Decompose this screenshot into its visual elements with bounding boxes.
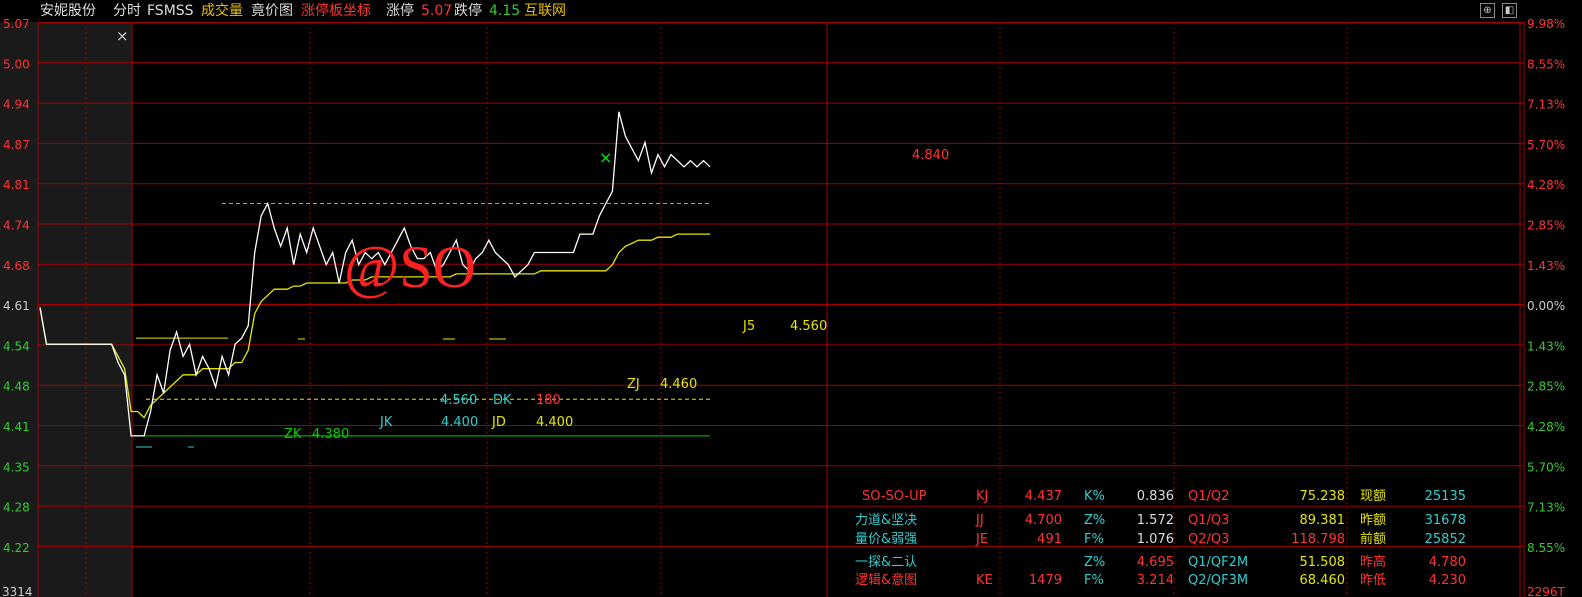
stat-key: KE xyxy=(976,573,993,588)
stat-value: 1.572 xyxy=(1137,513,1174,528)
percent-tick: 8.55% xyxy=(1527,541,1565,555)
stat-row-name: 量价&弱强 xyxy=(855,532,917,547)
stat-value: 89.381 xyxy=(1300,513,1346,528)
stat-value: 1.076 xyxy=(1137,532,1174,547)
price-tick: 4.81 xyxy=(3,178,30,192)
stat-key: F% xyxy=(1084,573,1104,588)
buy-signal-icon: × xyxy=(599,148,612,167)
zj-value: 4.460 xyxy=(660,377,697,392)
percent-tick: 7.13% xyxy=(1527,98,1565,112)
price-mark-4840: 4.840 xyxy=(912,148,949,163)
stat-row-name: SO-SO-UP xyxy=(862,489,927,504)
percent-tick: 5.70% xyxy=(1527,460,1565,474)
jd-value: 4.400 xyxy=(536,415,573,430)
stat-value: 31678 xyxy=(1425,513,1466,528)
percent-tick: 7.13% xyxy=(1527,501,1565,515)
price-tick: 4.54 xyxy=(3,339,30,353)
stat-value: 3.214 xyxy=(1137,573,1174,588)
percent-tick: 1.43% xyxy=(1527,339,1565,353)
stat-value: 4.780 xyxy=(1429,555,1466,570)
stat-key: 昨额 xyxy=(1360,513,1386,528)
percent-tick: 0.00% xyxy=(1527,299,1565,313)
stat-value: 4.700 xyxy=(1025,513,1062,528)
stat-key: K% xyxy=(1084,489,1105,504)
stats-table: SO-SO-UP KJ 4.437 K% 0.836 Q1/Q2 75.238 现额 25135… xyxy=(855,489,1466,588)
price-tick: 4.94 xyxy=(3,98,30,112)
price-tick: 4.87 xyxy=(3,138,30,152)
stat-key: Q1/QF2M xyxy=(1188,555,1248,570)
dk-left-value: 4.560 xyxy=(440,393,477,408)
intraday-chart: 5.07 5.00 4.94 4.87 4.81 4.74 4.68 4.61 4.54 4.48… xyxy=(0,17,1566,597)
price-tick: 4.48 xyxy=(3,380,30,394)
stat-value: 25852 xyxy=(1425,532,1466,547)
stat-key: Q2/Q3 xyxy=(1188,532,1229,547)
volume-max-right: 2296T xyxy=(1527,585,1566,597)
percent-tick: 5.70% xyxy=(1527,138,1565,152)
jd-label: JD xyxy=(491,415,506,430)
stat-value: 4.695 xyxy=(1137,555,1174,570)
price-tick: 5.00 xyxy=(3,57,30,71)
jk-label: JK xyxy=(379,415,393,430)
jk-value: 4.400 xyxy=(441,415,478,430)
stat-value: 491 xyxy=(1037,532,1062,547)
percent-tick: 8.55% xyxy=(1527,57,1565,71)
watermark: @SO xyxy=(344,234,476,300)
stat-value: 75.238 xyxy=(1300,489,1346,504)
price-tick: 4.74 xyxy=(3,219,30,233)
stat-key: Z% xyxy=(1084,555,1105,570)
volume-max-left: 3314 xyxy=(2,585,33,597)
stat-key: F% xyxy=(1084,532,1104,547)
price-tick: 4.22 xyxy=(3,541,30,555)
stat-row-name: 逻辑&意图 xyxy=(855,572,917,588)
stat-key: 昨高 xyxy=(1360,554,1386,570)
stat-key: JE xyxy=(975,532,988,547)
stat-key: Z% xyxy=(1084,513,1105,528)
price-tick: 4.61 xyxy=(3,299,30,313)
percent-tick: 2.85% xyxy=(1527,219,1565,233)
stat-value: 0.836 xyxy=(1137,489,1174,504)
stat-value: 1479 xyxy=(1029,573,1062,588)
stat-value: 118.798 xyxy=(1291,532,1345,547)
stat-row-name: 一探&二认 xyxy=(855,555,917,570)
stat-value: 25135 xyxy=(1425,489,1466,504)
stat-value: 51.508 xyxy=(1300,555,1346,570)
zj-label: ZJ xyxy=(627,377,640,392)
stat-key: Q1/Q2 xyxy=(1188,489,1229,504)
dk-value: 180 xyxy=(536,393,561,408)
stat-key: 现额 xyxy=(1360,489,1386,504)
percent-tick: 9.98% xyxy=(1527,17,1565,31)
close-icon[interactable]: × xyxy=(116,27,129,45)
percent-tick: 4.28% xyxy=(1527,178,1565,192)
dk-label: DK xyxy=(493,393,512,408)
j5-label: J5 xyxy=(742,319,755,334)
j5-value: 4.560 xyxy=(790,319,827,334)
price-tick: 5.07 xyxy=(3,17,30,31)
stat-key: Q1/Q3 xyxy=(1188,513,1229,528)
zk-value: 4.380 xyxy=(312,427,349,442)
price-tick: 4.68 xyxy=(3,259,30,273)
percent-tick: 4.28% xyxy=(1527,420,1565,434)
stat-row-name: 力道&坚决 xyxy=(855,513,917,528)
stat-key: 前额 xyxy=(1360,531,1386,547)
price-tick: 4.41 xyxy=(3,420,30,434)
stat-value: 68.460 xyxy=(1300,573,1346,588)
stat-value: 4.230 xyxy=(1429,573,1466,588)
price-tick: 4.28 xyxy=(3,501,30,515)
percent-tick: 1.43% xyxy=(1527,259,1565,273)
zk-label: ZK xyxy=(284,427,302,442)
stat-value: 4.437 xyxy=(1025,489,1062,504)
grid xyxy=(37,22,1525,597)
right-percent-axis: 9.98% 8.55% 7.13% 5.70% 4.28% 2.85% 1.43% 0.00%… xyxy=(1527,17,1565,555)
price-tick: 4.35 xyxy=(3,460,30,474)
stat-key: Q2/QF3M xyxy=(1188,573,1248,588)
stat-key: JJ xyxy=(975,513,984,528)
percent-tick: 2.85% xyxy=(1527,380,1565,394)
stat-key: 昨低 xyxy=(1360,573,1386,588)
stat-key: KJ xyxy=(976,489,988,504)
